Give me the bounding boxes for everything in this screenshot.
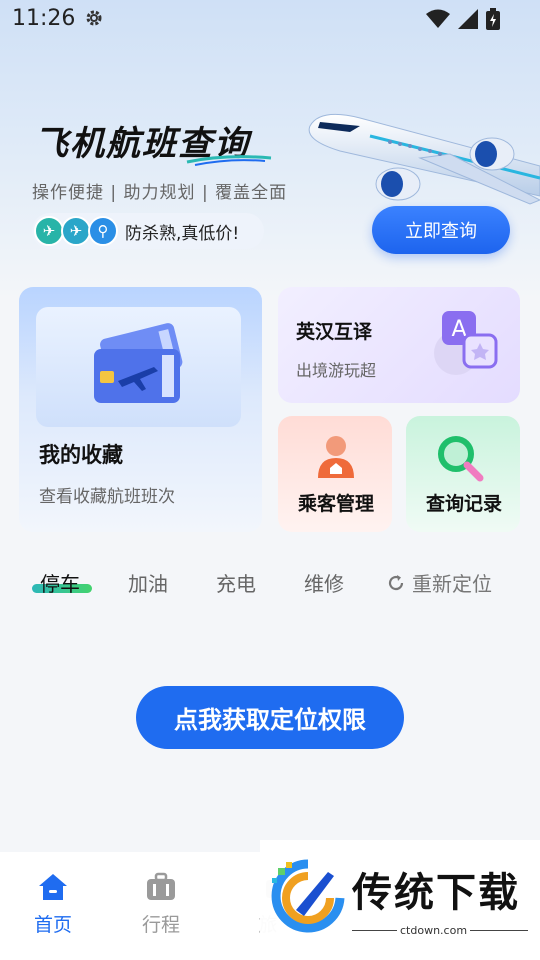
watermark-text: 传统下载 xyxy=(352,870,520,916)
records-title: 查询记录 xyxy=(426,493,503,515)
status-time: 11:26 xyxy=(12,6,76,31)
status-bar: 11:26 xyxy=(0,0,540,38)
home-icon xyxy=(39,874,67,900)
tab-parking[interactable]: 停车 xyxy=(40,568,80,597)
records-card[interactable]: 查询记录 xyxy=(406,416,520,532)
relocate-button[interactable]: 重新定位 xyxy=(386,568,492,597)
translate-icon: A xyxy=(434,311,498,375)
translate-card[interactable]: 英汉互译 出境游玩超 A xyxy=(278,287,520,403)
airplane-illustration xyxy=(308,113,540,205)
translate-title: 英汉互译 xyxy=(296,321,373,343)
tab-charging[interactable]: 充电 xyxy=(216,568,256,597)
nav-item-home[interactable]: 首页 xyxy=(23,872,83,937)
wifi-icon xyxy=(426,9,450,28)
search-icon: ⚲ xyxy=(88,216,118,246)
watermark-logo-icon xyxy=(271,859,345,933)
watermark-divider-left xyxy=(352,930,397,931)
plane-icon: ✈ xyxy=(61,216,91,246)
watermark-overlay: 传统下载 ctdown.com xyxy=(260,840,540,950)
settings-gear-icon xyxy=(86,10,102,26)
promo-text: 防杀熟,真低价! xyxy=(125,223,240,244)
nav-item-itinerary[interactable]: 行程 xyxy=(131,872,191,937)
passenger-icon xyxy=(318,436,354,478)
refresh-icon xyxy=(388,574,404,590)
get-location-permission-button[interactable]: 点我获取定位权限 xyxy=(136,686,404,749)
favorites-card[interactable]: 我的收藏 查看收藏航班班次 xyxy=(19,287,262,532)
nav-label-home: 首页 xyxy=(33,914,72,936)
query-now-button[interactable]: 立即查询 xyxy=(372,206,510,254)
watermark-url: ctdown.com xyxy=(400,924,468,937)
magnifier-icon xyxy=(438,436,484,482)
favorites-subtitle: 查看收藏航班班次 xyxy=(39,487,175,507)
favorites-title: 我的收藏 xyxy=(39,443,123,467)
translate-subtitle: 出境游玩超 xyxy=(296,361,377,380)
battery-icon xyxy=(486,8,500,30)
passenger-title: 乘客管理 xyxy=(298,493,375,515)
passenger-card[interactable]: 乘客管理 xyxy=(278,416,392,532)
tab-repair[interactable]: 维修 xyxy=(304,568,344,597)
status-icons xyxy=(426,8,500,30)
relocate-label: 重新定位 xyxy=(412,572,492,596)
ticket-icon xyxy=(94,323,183,403)
nav-label-itinerary: 行程 xyxy=(141,914,180,936)
watermark-divider-right xyxy=(470,930,528,931)
signal-icon xyxy=(458,9,478,29)
hero-subtitle: 操作便捷 | 助力规划 | 覆盖全面 xyxy=(32,183,288,203)
title-underline-decoration xyxy=(186,155,272,166)
favorites-illustration-panel xyxy=(36,307,241,427)
luggage-icon xyxy=(147,872,175,900)
tab-fuel[interactable]: 加油 xyxy=(128,568,168,597)
promo-pill: ✈ ✈ ⚲ 防杀熟,真低价! xyxy=(32,213,264,249)
plane-takeoff-icon: ✈ xyxy=(34,216,64,246)
